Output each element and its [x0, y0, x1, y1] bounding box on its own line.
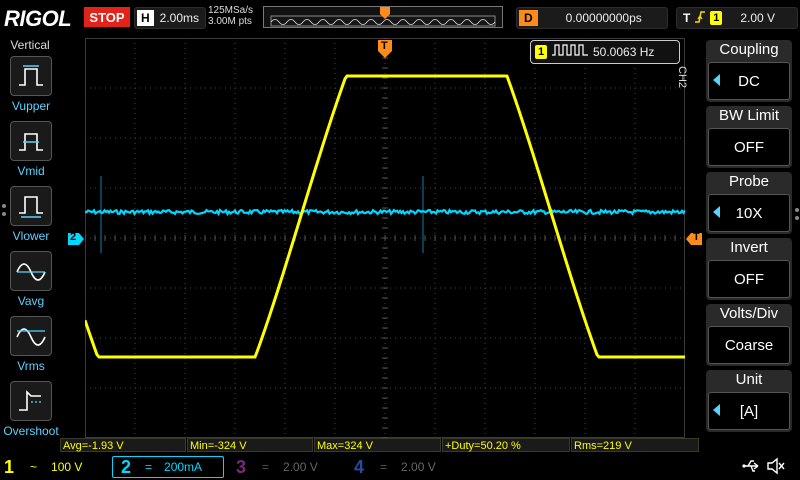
page-dot-icon	[795, 216, 799, 220]
channel-3-status[interactable]: 3 = 2.00 V	[232, 456, 342, 478]
page-dot-icon	[795, 208, 799, 212]
counter-value: 50.0063 Hz	[593, 45, 655, 59]
trigger-source-badge: 1	[710, 11, 723, 25]
overshoot-button[interactable]	[10, 381, 52, 421]
left-arrow-icon	[713, 404, 720, 416]
dc-coupling-icon: =	[262, 460, 270, 474]
probe-value: 10X	[735, 204, 763, 222]
coupling-button[interactable]: Coupling DC	[706, 40, 792, 102]
vrms-label: Vrms	[17, 359, 45, 373]
channel-3-scale: 2.00 V	[283, 460, 318, 474]
ac-coupling-icon: ~	[30, 460, 38, 474]
page-dot-icon	[2, 204, 6, 208]
timebase-value: 2.00ms	[159, 11, 200, 25]
memory-depth: 3.00M pts	[208, 16, 252, 27]
bw-limit-title: BW Limit	[719, 107, 779, 124]
measurement-duty[interactable]: +Duty=50.20 %	[442, 438, 570, 452]
invert-title: Invert	[730, 239, 768, 256]
vavg-icon	[16, 263, 46, 281]
dc-coupling-icon: =	[145, 460, 153, 474]
measurement-min[interactable]: Min=-324 V	[187, 438, 313, 452]
usb-icon	[742, 458, 762, 479]
counter-channel-badge: 1	[535, 45, 547, 59]
vmid-button[interactable]	[10, 121, 52, 161]
dc-coupling-icon: =	[380, 460, 388, 474]
left-arrow-icon	[713, 206, 720, 218]
unit-title: Unit	[735, 371, 763, 388]
measurement-rms[interactable]: Rms=219 V	[571, 438, 699, 452]
vupper-label: Vupper	[11, 99, 51, 113]
vupper-icon	[19, 65, 43, 86]
page-dot-icon	[2, 212, 6, 216]
vlower-icon	[19, 196, 43, 218]
overshoot-label: Overshoot	[3, 424, 59, 438]
trigger-level-value: 2.00 V	[740, 11, 776, 25]
ch2-offset-marker[interactable]: 2	[68, 231, 84, 245]
trigger-box[interactable]: T 1 2.00 V	[676, 7, 798, 29]
volts-div-button[interactable]: Volts/Div Coarse	[706, 304, 792, 366]
channel-4-status[interactable]: 4 = 2.00 V	[350, 456, 460, 478]
menu-channel-tag: CH2	[676, 66, 688, 89]
coupling-title: Coupling	[719, 41, 779, 58]
bw-limit-button[interactable]: BW Limit OFF	[706, 106, 792, 168]
channel-2-number: 2	[120, 456, 131, 477]
square-wave-icon	[552, 43, 588, 61]
rising-edge-icon	[694, 10, 706, 27]
vlower-label: Vlower	[12, 229, 50, 243]
overview-trigger-marker	[380, 6, 390, 19]
delay-value: 0.00000000ps	[565, 11, 642, 25]
invert-value: OFF	[734, 270, 764, 288]
channel-2-scale: 200mA	[164, 460, 203, 474]
unit-button[interactable]: Unit [A]	[706, 370, 792, 432]
probe-button[interactable]: Probe 10X	[706, 172, 792, 234]
timebase-box[interactable]: H 2.00ms	[134, 7, 206, 29]
waveform-display[interactable]	[83, 37, 686, 439]
trigger-key: T	[683, 11, 691, 25]
channel-1-scale: 100 V	[51, 460, 83, 474]
probe-title: Probe	[728, 173, 770, 190]
vlower-button[interactable]	[10, 186, 52, 226]
trigger-level-marker[interactable]: T	[686, 231, 702, 245]
channel-3-number: 3	[235, 456, 246, 477]
channel-4-scale: 2.00 V	[401, 460, 436, 474]
delay-key: D	[519, 10, 538, 26]
volts-div-title: Volts/Div	[719, 305, 779, 322]
measurement-max[interactable]: Max=324 V	[314, 438, 441, 452]
sample-rate: 125MSa/s	[208, 5, 254, 16]
vavg-label: Vavg	[17, 294, 45, 308]
vavg-button[interactable]	[10, 251, 52, 291]
brand-logo: RIGOL	[4, 6, 72, 31]
channel-2-status[interactable]: 2 = 200mA	[112, 456, 224, 478]
vmid-label: Vmid	[17, 164, 45, 178]
frequency-counter[interactable]: 1 50.0063 Hz	[530, 40, 680, 64]
vertical-menu-title: Vertical	[10, 38, 50, 52]
vmid-icon	[19, 133, 43, 151]
delay-box[interactable]: D 0.00000000ps	[516, 7, 668, 29]
bw-limit-value: OFF	[734, 138, 764, 156]
invert-button[interactable]: Invert OFF	[706, 238, 792, 300]
volts-div-value: Coarse	[724, 336, 774, 354]
unit-value: [A]	[739, 402, 759, 420]
channel-1-status[interactable]: 1 ~ 100 V	[0, 456, 110, 478]
channel-1-number: 1	[3, 456, 14, 477]
vupper-button[interactable]	[10, 56, 52, 96]
vrms-icon	[16, 328, 46, 346]
acquisition-info: 125MSa/s 3.00M pts	[208, 5, 253, 27]
run-stop-indicator[interactable]: STOP	[84, 7, 130, 27]
coupling-value: DC	[738, 72, 760, 90]
left-arrow-icon	[713, 74, 720, 86]
horizontal-key: H	[137, 10, 154, 26]
channel-4-number: 4	[353, 456, 364, 477]
vrms-button[interactable]	[10, 316, 52, 356]
speaker-muted-icon[interactable]	[766, 457, 786, 480]
measurement-avg[interactable]: Avg=-1.93 V	[60, 438, 186, 452]
trigger-position-marker[interactable]: T	[378, 40, 392, 58]
overshoot-icon	[19, 390, 41, 411]
